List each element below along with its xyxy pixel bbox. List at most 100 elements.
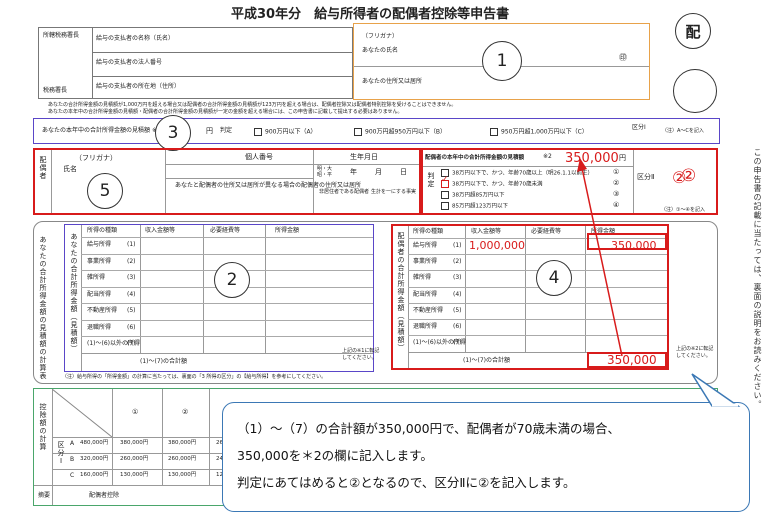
payer-number-label: 給与の支払者の法人番号 [96,59,163,66]
payer-address-label: 給与の支払者の所在地（住所） [96,83,181,90]
nonresident-label: 非居住者である配偶者 [319,189,369,195]
deduction-value: 260,000円 [120,456,149,462]
income-type: 雑所得 [87,274,106,281]
deduction-value: 480,000円 [80,440,109,446]
your-estimate-label: あなたの本年中の合計所得金額の見積額 [42,127,151,134]
deduction-footer: 摘要 [38,492,51,499]
side-instruction: この申告書の記載に当たっては、裏面の説明をお読みください。 [753,148,762,409]
callout-tail [691,373,741,407]
spouse-income-type: 退職所得 [413,323,438,330]
kubun-2-note: （注）①〜④を記入 [661,207,705,213]
kubun-1-note: （注）A〜Cを記入 [662,128,704,134]
income-no: (3) [127,274,136,281]
birth-day: 日 [400,168,407,176]
kojin-bango-label: 個人番号 [245,153,273,161]
spouse-income-value: 1,000,000 [469,239,525,252]
deduction-header-1: ① [132,408,139,416]
income-type: 給与所得 [87,241,112,248]
spouse-income-type: 不動産所得 [413,306,444,314]
income-type: 不動産所得 [87,307,118,314]
form-stamp-mark: 配 [675,13,711,49]
spouse-income-type: 配当所得 [413,290,438,298]
row-line [81,253,373,255]
callout-3: 3 [155,115,191,151]
form-title: 平成30年分 給与所得者の配偶者控除等申告書 [231,7,510,22]
tax-office-label: 所轄税務署長 [43,32,80,39]
your-income-header-amount: 所得金額 [275,227,300,234]
income-no: (7) [127,340,136,347]
callout-6: ② [672,168,687,187]
deduction-kubun: 区分Ⅰ [57,441,65,466]
your-income-inner-label: あなたの合計所得金額（見積額） [70,233,78,353]
birth-year: 年 [350,168,357,176]
deduction-value: 260,000円 [168,456,197,462]
your-income-header-income: 収入金額等 [145,227,176,234]
spouse-name-label: 氏名 [63,165,77,173]
income-no: (1) [127,241,136,248]
callout-2: 2 [214,262,250,298]
explanation-callout: （1）〜（7）の合計額が350,000円で、配偶者が70歳未満の場合、 350,… [222,402,750,512]
deduction-value: 160,000円 [80,472,109,478]
option-b[interactable]: 900万円超950万円以下（B） [354,128,446,136]
spouse-income-no: (5) [453,306,462,314]
spouse-income-inner-label: 配偶者の合計所得金額（見積額） [397,232,405,352]
explanation-line-2: 350,000を＊2の欄に記入します。 [237,448,433,463]
payer-name-label: 給与の支払者の名称（氏名） [96,35,175,42]
your-estimate-row: あなたの本年中の合計所得金額の見積額 ※1 円 判定 900万円以下（A） 90… [33,118,720,144]
deduction-row-label: B [70,456,75,463]
deduction-value: 130,000円 [168,472,197,478]
your-income-header-expense: 必要経費等 [210,227,241,234]
income-type: 退職所得 [87,323,112,331]
row-line [81,336,373,337]
spouse-option-4[interactable]: 85万円超123万円以下 [441,202,508,210]
kubun-1-label: 区分Ⅰ [632,124,646,131]
your-income-arrow-note: 上記の※1に転記してください。 [342,348,380,361]
deduction-value: 320,000円 [80,456,109,462]
era-2: 昭・平 [317,172,333,178]
income-no: (2) [127,257,136,265]
spouse-income-type: 給与所得 [413,242,438,249]
your-income-header-type: 所得の種類 [87,227,118,234]
spouse-income-no: (7) [453,339,462,347]
tax-office-suffix: 税務署長 [43,87,68,94]
your-name-label: あなたの氏名 [362,47,399,54]
payer-block: 所轄税務署長 税務署長 給与の支払者の名称（氏名） 給与の支払者の法人番号 給与… [38,27,353,99]
judge-label: 判定 [220,127,233,134]
spouse-judge-label: 判定 [427,172,435,188]
spouse-income-no: (6) [453,323,462,330]
your-income-table: あなたの合計所得金額（見積額） 所得の種類 収入金額等 必要経費等 所得金額 給… [64,224,374,372]
deduction-header-2: ② [182,408,189,416]
your-address-label: あなたの住所又は居所 [362,78,423,85]
spouse-income-no: (2) [453,258,462,266]
yen-unit: 円 [206,127,213,135]
spouse-income-no: (1) [453,242,462,249]
spouse-income-header-income: 収入金額等 [471,228,502,235]
spouse-income-type: 雑所得 [413,274,432,282]
your-income-total-label: (1)〜(7)の合計額 [140,358,187,365]
birth-label: 生年月日 [350,153,378,161]
option-a[interactable]: 900万円以下（A） [254,128,317,136]
deduction-footer-2: 配偶者控除 [89,492,120,499]
spouse-option-2[interactable]: ✓ 38万円以下で、かつ、年齢70歳未満 [441,176,543,188]
spouse-income-header-type: 所得の種類 [413,228,444,235]
spouse-furigana: （フリガナ） [75,154,117,162]
mark-2: ※2 [543,153,552,160]
callout-1: 1 [482,41,522,81]
spouse-income-no: (3) [453,274,462,282]
deduction-row-label: A [70,440,75,447]
spouse-income-header-expense: 必要経費等 [531,228,562,235]
row-line [81,303,373,304]
birth-month: 月 [375,168,382,176]
callout-5: 5 [87,173,123,209]
spouse-income-type: 事業所得 [413,258,438,266]
deduction-value: 130,000円 [120,472,149,478]
deduction-value: 380,000円 [120,440,149,446]
notice-1: あなたの合計所得金額の見積額が1,000万円を超える場合又は配偶者の合計所得金額… [48,102,457,108]
seal-mark: ㊞ [619,53,627,62]
spouse-estimate-label: 配偶者の本年中の合計所得金額の見積額 [425,155,525,161]
receipt-stamp-circle [673,69,717,113]
income-footnote: （注）給与所得の「所得金額」の計算に当たっては、裏面の「3 所得の区分」の【給与… [62,374,327,380]
option-c[interactable]: 950万円超1,000万円以下（C） [490,128,588,136]
notice-2: あなたの本年中の合計所得金額の見積額・配偶者の合計所得金額の見積額が一定の金額を… [48,109,403,115]
spouse-option-3[interactable]: 38万円超85万円以下 [441,191,505,199]
